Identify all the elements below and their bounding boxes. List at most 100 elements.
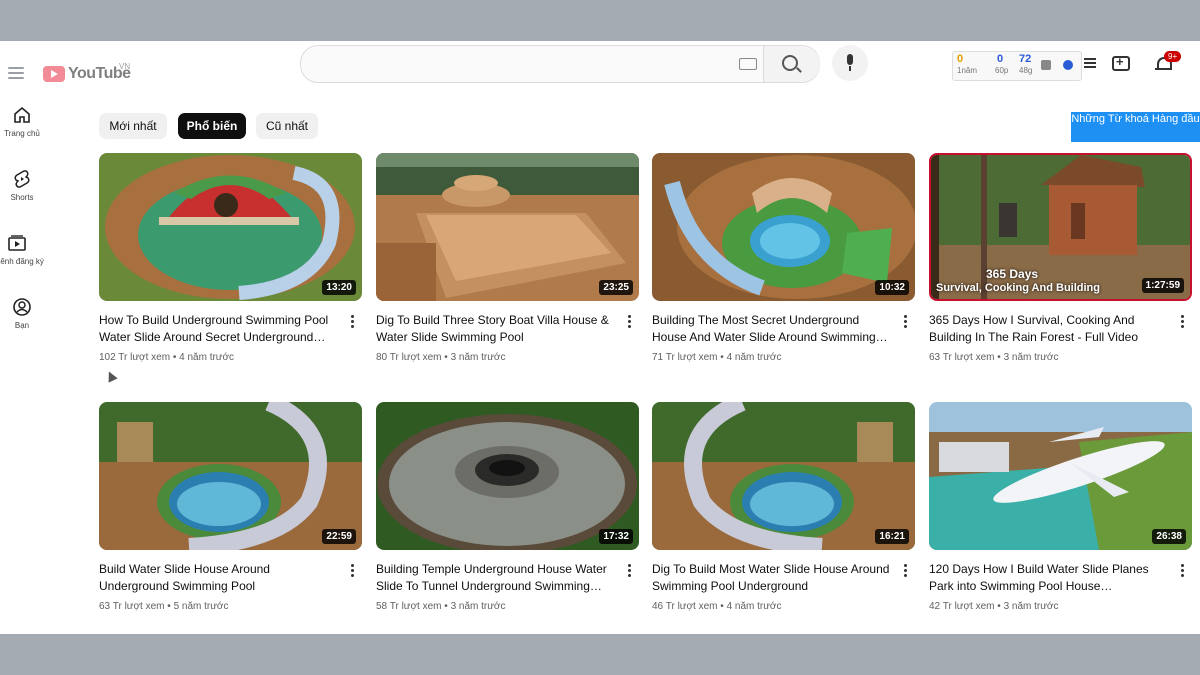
- video-thumbnail[interactable]: 26:38: [929, 402, 1192, 550]
- video-title[interactable]: Building Temple Underground House Water …: [376, 561, 616, 595]
- video-age: 3 năm trước: [450, 352, 506, 363]
- video-duration: 26:38: [1152, 529, 1186, 544]
- search-box[interactable]: [300, 45, 820, 83]
- video-meta: 58 Tr lượt xem • 3 năm trước: [376, 601, 506, 612]
- video-title-text: How To Build Underground Swimming Pool W…: [99, 313, 329, 344]
- microphone-stand: [849, 66, 851, 71]
- video-meta: 63 Tr lượt xem • 5 năm trước: [99, 601, 229, 612]
- video-duration: 17:32: [599, 529, 633, 544]
- video-views: 71 Tr lượt xem: [652, 352, 718, 363]
- video-age: 3 năm trước: [1003, 601, 1059, 612]
- video-thumbnail[interactable]: 365 Days Survival, Cooking And Building …: [929, 153, 1192, 301]
- video-thumbnail[interactable]: 23:25: [376, 153, 639, 301]
- sidebar-item-you[interactable]: Bạn: [0, 297, 44, 330]
- sidebar-item-subscriptions[interactable]: Kênh đăng ký: [0, 233, 44, 266]
- video-duration: 13:20: [322, 280, 356, 295]
- video-views: 102 Tr lượt xem: [99, 352, 171, 363]
- ext-label-c: 48g: [1019, 66, 1033, 75]
- extension-widget[interactable]: 0 1năm 0 60p 72 48g: [952, 51, 1082, 81]
- extension-icon[interactable]: [1063, 60, 1073, 70]
- chip-newest[interactable]: Mới nhất: [99, 113, 167, 139]
- thumbnail-image: [652, 402, 915, 550]
- video-views: 63 Tr lượt xem: [929, 352, 995, 363]
- video-thumbnail[interactable]: 17:32: [376, 402, 639, 550]
- video-meta: 42 Tr lượt xem • 3 năm trước: [929, 601, 1059, 612]
- subscriptions-icon: [7, 233, 27, 253]
- video-meta: 102 Tr lượt xem • 4 năm trước: [99, 352, 235, 363]
- video-meta: 71 Tr lượt xem • 4 năm trước: [652, 352, 782, 363]
- thumbnail-image: [99, 153, 362, 301]
- menu-icon[interactable]: [8, 67, 24, 79]
- video-views: 80 Tr lượt xem: [376, 352, 442, 363]
- more-options-icon[interactable]: [628, 564, 632, 578]
- video-title-text: Dig To Build Most Water Slide House Arou…: [652, 562, 890, 593]
- chart-icon[interactable]: [1041, 60, 1051, 70]
- video-title[interactable]: 365 Days How I Survival, Cooking And Bui…: [929, 312, 1169, 346]
- video-title[interactable]: Build Water Slide House Around Undergrou…: [99, 561, 339, 595]
- video-meta: 46 Tr lượt xem • 4 năm trước: [652, 601, 782, 612]
- keyboard-icon[interactable]: [739, 58, 757, 70]
- chip-oldest[interactable]: Cũ nhất: [256, 113, 318, 139]
- you-icon: [12, 297, 32, 317]
- search-icon: [782, 55, 798, 71]
- sidebar-item-label: Trang chủ: [4, 129, 40, 138]
- video-title[interactable]: Dig To Build Three Story Boat Villa Hous…: [376, 312, 616, 346]
- video-age: 3 năm trước: [450, 601, 506, 612]
- thumbnail-caption-line2: Survival, Cooking And Building: [936, 282, 1100, 294]
- video-views: 58 Tr lượt xem: [376, 601, 442, 612]
- video-age: 4 năm trước: [726, 352, 782, 363]
- top-keywords-button[interactable]: Những Từ khoá Hàng đầu: [1071, 112, 1200, 142]
- sidebar-item-shorts[interactable]: Shorts: [0, 169, 44, 202]
- video-duration: 10:32: [875, 280, 909, 295]
- video-title-text: Dig To Build Three Story Boat Villa Hous…: [376, 313, 609, 344]
- video-title-text: 120 Days How I Build Water Slide Planes …: [929, 562, 1149, 593]
- more-options-icon[interactable]: [628, 315, 632, 329]
- youtube-logo[interactable]: YouTube VN: [43, 62, 131, 83]
- video-thumbnail[interactable]: 16:21: [652, 402, 915, 550]
- thumbnail-image: [929, 402, 1192, 550]
- video-duration: 23:25: [599, 280, 633, 295]
- video-title[interactable]: How To Build Underground Swimming Pool W…: [99, 312, 339, 346]
- search-button[interactable]: [763, 46, 820, 82]
- video-views: 63 Tr lượt xem: [99, 601, 165, 612]
- ext-value-b: 0: [997, 53, 1004, 65]
- logo-region: VN: [119, 62, 131, 71]
- more-options-icon[interactable]: [904, 564, 908, 578]
- sidebar-item-home[interactable]: Trang chủ: [0, 105, 44, 138]
- thumbnail-caption-line1: 365 Days: [986, 267, 1039, 281]
- bell-base: [1155, 68, 1172, 70]
- video-title-text: Building The Most Secret Underground Hou…: [652, 313, 876, 344]
- video-thumbnail[interactable]: 13:20: [99, 153, 362, 301]
- ext-value-a: 0: [957, 53, 964, 65]
- video-meta: 80 Tr lượt xem • 3 năm trước: [376, 352, 506, 363]
- video-thumbnail[interactable]: 10:32: [652, 153, 915, 301]
- video-thumbnail[interactable]: 22:59: [99, 402, 362, 550]
- sidebar-item-label: Shorts: [10, 193, 34, 202]
- video-duration: 16:21: [875, 529, 909, 544]
- video-title[interactable]: 120 Days How I Build Water Slide Planes …: [929, 561, 1169, 595]
- create-video-icon[interactable]: [1112, 54, 1130, 71]
- ext-label-b: 60p: [995, 66, 1009, 75]
- top-bar: YouTube VN 0 1năm 0 60p 72 48g + 9+: [0, 41, 1200, 111]
- voice-search-button[interactable]: [832, 45, 868, 81]
- mouse-cursor: [104, 369, 118, 383]
- video-views: 42 Tr lượt xem: [929, 601, 995, 612]
- video-title[interactable]: Dig To Build Most Water Slide House Arou…: [652, 561, 892, 595]
- thumbnail-image: [376, 402, 639, 550]
- more-options-icon[interactable]: [904, 315, 908, 329]
- notification-badge: 9+: [1164, 51, 1182, 62]
- more-options-icon[interactable]: [1181, 564, 1185, 578]
- video-title-text: Build Water Slide House Around Undergrou…: [99, 562, 270, 593]
- more-options-icon[interactable]: [351, 315, 355, 329]
- video-age: 4 năm trước: [726, 601, 782, 612]
- thumbnail-image: [376, 153, 639, 301]
- more-options-icon[interactable]: [351, 564, 355, 578]
- chip-popular[interactable]: Phổ biến: [178, 113, 246, 139]
- thumbnail-image: [99, 402, 362, 550]
- video-title[interactable]: Building The Most Secret Underground Hou…: [652, 312, 892, 346]
- more-options-icon[interactable]: [1181, 315, 1185, 329]
- menu-lines-icon[interactable]: [1084, 58, 1096, 74]
- video-duration: 1:27:59: [1141, 278, 1184, 293]
- sidebar-item-label: Kênh đăng ký: [0, 257, 44, 266]
- video-views: 46 Tr lượt xem: [652, 601, 718, 612]
